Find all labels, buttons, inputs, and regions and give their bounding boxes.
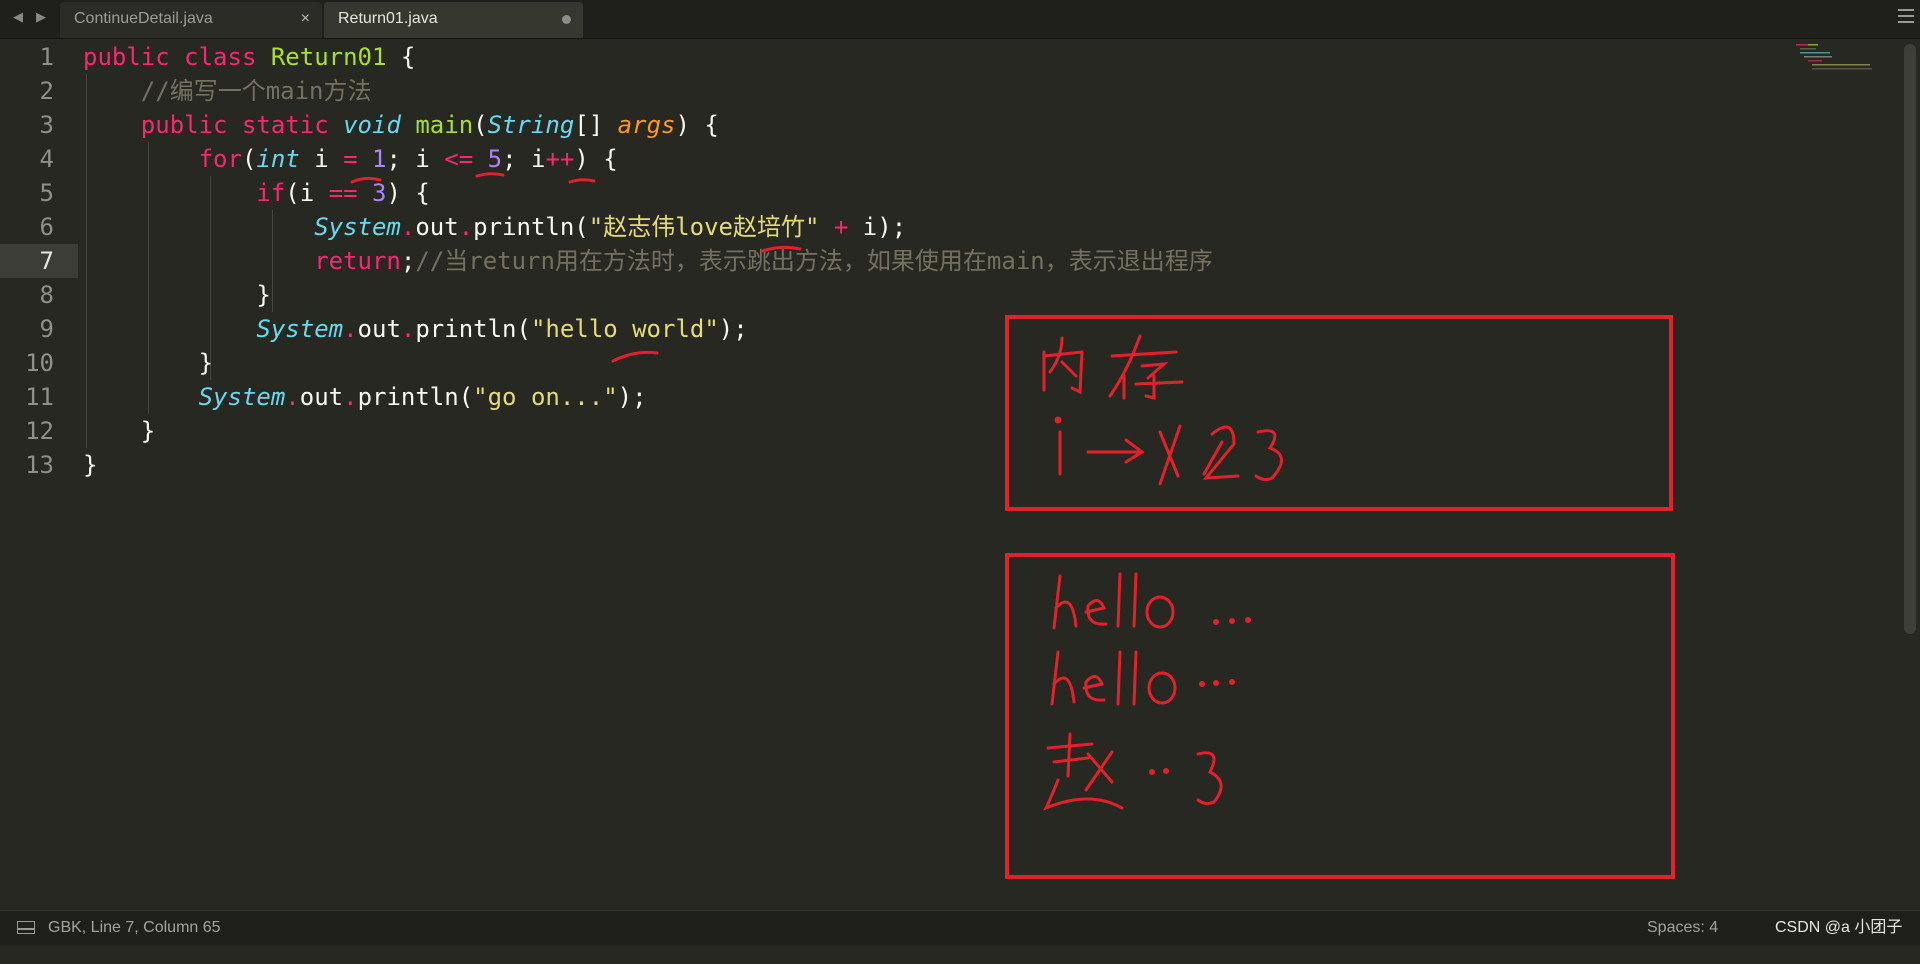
tab-label: Return01.java	[338, 10, 438, 27]
code-line-12: }	[140, 417, 156, 445]
scrollbar-thumb[interactable]	[1904, 44, 1916, 634]
line-number: 5	[39, 179, 54, 207]
code-line-9: System.out.println("hello world");	[256, 315, 748, 343]
line-number: 10	[25, 349, 54, 377]
unsaved-dot-icon[interactable]	[562, 15, 571, 24]
line-number: 8	[39, 281, 54, 309]
tab-continuedetail[interactable]: ContinueDetail.java ×	[60, 2, 322, 38]
line-number: 11	[25, 383, 54, 411]
watermark: CSDN @a 小团子	[1775, 919, 1903, 936]
line-number: 6	[39, 213, 54, 241]
code-line-8: }	[256, 281, 271, 309]
code-line-1: public class Return01 {	[83, 43, 416, 71]
line-number-gutter: 1 2 3 4 5 6 7 8 9 10 11 12 13	[0, 40, 66, 910]
code-line-5: if(i == 3) {	[256, 179, 430, 207]
line-number: 4	[39, 145, 54, 173]
line-number: 12	[25, 417, 54, 445]
code-line-13: }	[83, 451, 98, 479]
forward-arrow-icon[interactable]: ▶	[32, 8, 50, 28]
code-area[interactable]: public class Return01 { //编写一个main方法 pub…	[83, 40, 1863, 964]
code-line-4: for(int i = 1; i <= 5; i++) {	[198, 145, 618, 173]
code-line-10: }	[198, 349, 214, 377]
cursor-position: GBK, Line 7, Column 65	[48, 919, 221, 936]
line-number: 2	[39, 77, 54, 105]
panel-toggle-icon[interactable]	[17, 921, 35, 934]
code-line-11: System.out.println("go on...");	[198, 383, 647, 411]
code-line-3: public static void main(String[] args) {	[140, 111, 719, 139]
tab-return01[interactable]: Return01.java	[324, 2, 583, 38]
code-line-7: return;//当return用在方法时，表示跳出方法，如果使用在main，表…	[314, 247, 1213, 275]
line-number: 1	[39, 43, 54, 71]
tab-label: ContinueDetail.java	[74, 10, 213, 27]
tab-bar: ◀ ▶ ContinueDetail.java × Return01.java	[0, 0, 1920, 39]
back-arrow-icon[interactable]: ◀	[9, 8, 27, 28]
hamburger-menu-icon[interactable]	[1898, 9, 1914, 25]
line-number: 3	[39, 111, 54, 139]
code-line-6: System.out.println("赵志伟love赵培竹" + i);	[314, 213, 907, 241]
line-number: 9	[39, 315, 54, 343]
line-number-active: 7	[39, 247, 54, 275]
code-line-2: //编写一个main方法	[140, 77, 372, 105]
close-icon[interactable]: ×	[301, 2, 310, 36]
status-bar: GBK, Line 7, Column 65 Spaces: 4 CSDN @a…	[0, 910, 1920, 945]
code-editor[interactable]: 1 2 3 4 5 6 7 8 9 10 11 12 13 public cla…	[0, 40, 1920, 910]
line-number: 13	[25, 451, 54, 479]
indentation-setting[interactable]: Spaces: 4	[1647, 911, 1718, 945]
minimap[interactable]	[1794, 42, 1874, 72]
vertical-scrollbar[interactable]	[1898, 40, 1920, 910]
